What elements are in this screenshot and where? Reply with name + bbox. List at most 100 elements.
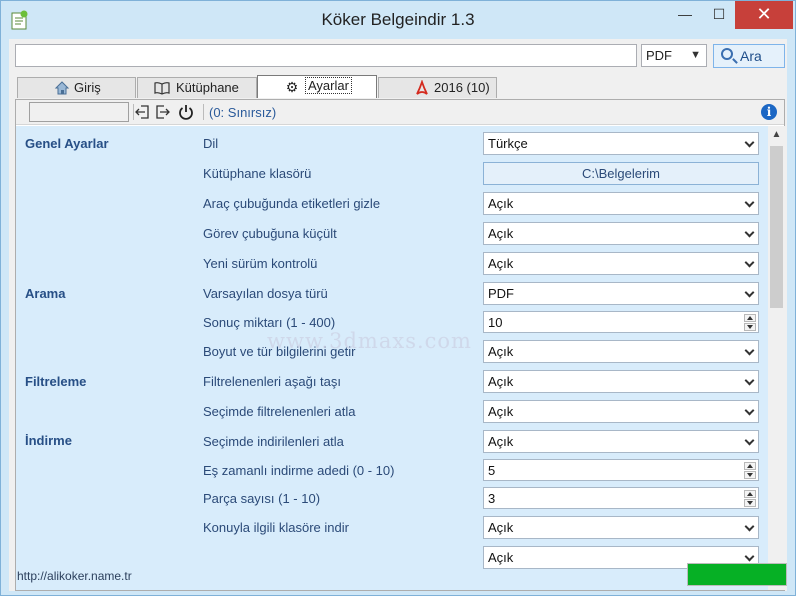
settings-panel: (0: Sınırsız) i Genel Ayarlar Arama Filt…: [15, 99, 785, 591]
setting-label: Boyut ve tür bilgilerini getir: [203, 344, 356, 359]
tab-ayarlar-label: Ayarlar: [305, 77, 352, 94]
home-icon: [54, 81, 70, 95]
spinner-arrows-icon[interactable]: [744, 490, 756, 507]
skip-downloaded-select[interactable]: Açık: [483, 430, 759, 453]
hide-toolbar-labels-select[interactable]: Açık: [483, 192, 759, 215]
chevron-down-icon: [744, 435, 755, 446]
setting-label: Eş zamanlı indirme adedi (0 - 10): [203, 463, 395, 478]
setting-label: Konuyla ilgili klasöre indir: [203, 520, 349, 535]
setting-row-surum-kontrolu: Yeni sürüm kontrolü Açık: [16, 252, 768, 282]
tab-kutuphane[interactable]: Kütüphane: [137, 77, 257, 98]
part-count-spinner[interactable]: 3: [483, 487, 759, 509]
chevron-down-icon: ▼: [690, 49, 701, 61]
title-bar[interactable]: Köker Belgeindir 1.3 — ☐ ✕: [1, 1, 795, 37]
setting-row-gorev-cubugu: Görev çubuğuna küçült Açık: [16, 222, 768, 252]
pdf-icon: [416, 80, 428, 95]
power-icon[interactable]: [177, 103, 195, 121]
setting-row-kutuphane-klasoru: Kütüphane klasörü C:\Belgelerim: [16, 162, 768, 192]
info-icon[interactable]: i: [761, 104, 777, 120]
setting-row-sonuc-miktari: Sonuç miktarı (1 - 400) 10: [16, 311, 768, 341]
download-progress-bar: [687, 563, 787, 586]
progress-fill: [688, 564, 786, 585]
chevron-down-icon: [744, 405, 755, 416]
language-select[interactable]: Türkçe: [483, 132, 759, 155]
chevron-down-icon: [744, 197, 755, 208]
chevron-down-icon: [744, 137, 755, 148]
concurrent-downloads-spinner[interactable]: 5: [483, 459, 759, 481]
status-bar: http://alikoker.name.tr: [9, 563, 787, 591]
tab-ayarlar[interactable]: ⚙ Ayarlar: [257, 75, 377, 98]
setting-row-asagi-tasi: Filtrelenenleri aşağı taşı Açık: [16, 370, 768, 400]
chevron-down-icon: [744, 287, 755, 298]
select-value: Açık: [488, 196, 514, 211]
setting-row-klasore-indir: Konuyla ilgili klasöre indir Açık: [16, 516, 768, 546]
export-icon[interactable]: [154, 103, 172, 121]
close-button[interactable]: ✕: [735, 1, 793, 29]
tab-2016[interactable]: 2016 (10): [378, 77, 497, 98]
select-value: Açık: [488, 226, 514, 241]
homepage-link[interactable]: http://alikoker.name.tr: [17, 569, 132, 583]
spinner-arrows-icon[interactable]: [744, 314, 756, 331]
setting-label: Yeni sürüm kontrolü: [203, 256, 318, 271]
chevron-down-icon: [744, 375, 755, 386]
tab-2016-label: 2016 (10): [434, 80, 490, 95]
setting-label: Seçimde indirilenleri atla: [203, 434, 344, 449]
gear-icon: ⚙: [285, 79, 299, 95]
limit-label: (0: Sınırsız): [209, 105, 277, 120]
spinner-arrows-icon[interactable]: [744, 462, 756, 479]
select-value: PDF: [488, 286, 514, 301]
select-value: Açık: [488, 344, 514, 359]
setting-row-parca-sayisi: Parça sayısı (1 - 10) 3: [16, 487, 768, 517]
setting-label: Parça sayısı (1 - 10): [203, 491, 321, 506]
settings-list: Genel Ayarlar Arama Filtreleme İndirme D…: [16, 126, 768, 590]
search-button-label: Ara: [740, 48, 762, 64]
minimize-to-taskbar-select[interactable]: Açık: [483, 222, 759, 245]
library-folder-button[interactable]: C:\Belgelerim: [483, 162, 759, 185]
spinner-value: 10: [488, 315, 503, 330]
scroll-thumb[interactable]: [770, 146, 783, 308]
scroll-up-icon[interactable]: ▲: [768, 126, 785, 143]
toolbar-separator: [203, 104, 204, 120]
search-button[interactable]: Ara: [713, 44, 785, 68]
fetch-size-type-select[interactable]: Açık: [483, 340, 759, 363]
setting-label: Kütüphane klasörü: [203, 166, 312, 181]
select-value: Açık: [488, 520, 514, 535]
topic-folder-select[interactable]: Açık: [483, 516, 759, 539]
chevron-down-icon: [744, 257, 755, 268]
tab-kutuphane-label: Kütüphane: [176, 80, 239, 95]
select-value: Açık: [488, 404, 514, 419]
setting-label: Sonuç miktarı (1 - 400): [203, 315, 336, 330]
setting-row-dosya-turu: Varsayılan dosya türü PDF: [16, 282, 768, 312]
setting-row-etiketleri-gizle: Araç çubuğunda etiketleri gizle Açık: [16, 192, 768, 222]
limit-input[interactable]: [29, 102, 129, 122]
select-value: Açık: [488, 256, 514, 271]
setting-label: Araç çubuğunda etiketleri gizle: [203, 196, 381, 211]
maximize-button[interactable]: ☐: [707, 1, 731, 29]
move-filtered-down-select[interactable]: Açık: [483, 370, 759, 393]
setting-row-boyut-tur: Boyut ve tür bilgilerini getir Açık: [16, 340, 768, 370]
setting-label: Dil: [203, 136, 219, 151]
select-value: Türkçe: [488, 136, 528, 151]
format-select[interactable]: PDF ▼: [641, 44, 707, 67]
skip-filtered-select[interactable]: Açık: [483, 400, 759, 423]
book-icon: [154, 82, 170, 95]
spinner-value: 3: [488, 491, 496, 506]
setting-label: Varsayılan dosya türü: [203, 286, 328, 301]
chevron-down-icon: [744, 227, 755, 238]
search-input[interactable]: [15, 44, 637, 67]
select-value: Açık: [488, 434, 514, 449]
vertical-scrollbar[interactable]: ▲ ▼: [768, 126, 785, 590]
update-check-select[interactable]: Açık: [483, 252, 759, 275]
import-icon[interactable]: [133, 103, 151, 121]
chevron-down-icon: [744, 345, 755, 356]
tab-giris[interactable]: Giriş: [17, 77, 136, 98]
default-filetype-select[interactable]: PDF: [483, 282, 759, 305]
settings-toolbar: (0: Sınırsız) i: [16, 100, 784, 125]
chevron-down-icon: [744, 521, 755, 532]
minimize-button[interactable]: —: [663, 1, 707, 29]
format-select-value: PDF: [646, 48, 672, 63]
app-window: Köker Belgeindir 1.3 — ☐ ✕ PDF ▼ Ara Gir…: [0, 0, 796, 596]
result-count-spinner[interactable]: 10: [483, 311, 759, 333]
setting-row-eszamanli: Eş zamanlı indirme adedi (0 - 10) 5: [16, 459, 768, 489]
spinner-value: 5: [488, 463, 496, 478]
